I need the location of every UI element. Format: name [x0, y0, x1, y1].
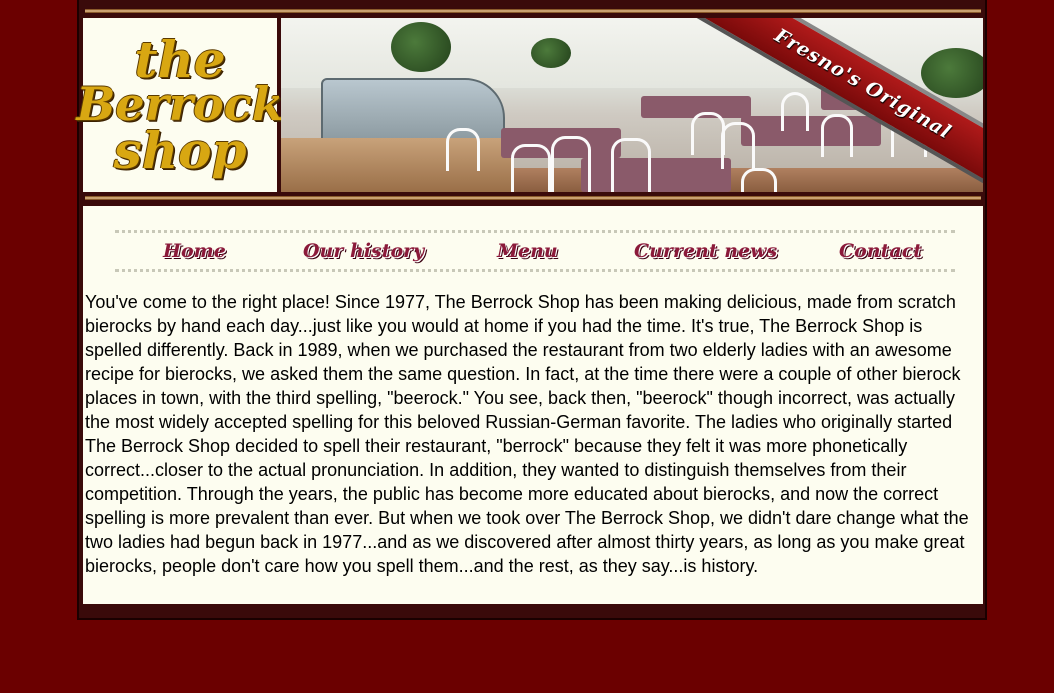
banner-chair: [551, 136, 591, 192]
logo-line-shop: shop: [113, 120, 247, 180]
site-logo[interactable]: the Berrock shop: [76, 18, 284, 192]
main-content: Home Our history Menu Current news Conta…: [83, 206, 983, 604]
banner-chair: [611, 138, 651, 192]
banner-chair: [821, 114, 853, 157]
nav-menu-link[interactable]: Menu: [497, 233, 558, 269]
banner-table: [741, 116, 881, 146]
top-divider: [85, 9, 981, 13]
nav-contact-link[interactable]: Contact: [839, 233, 922, 269]
banner-plant: [531, 38, 571, 68]
header-divider: [85, 196, 981, 200]
nav-home-link[interactable]: Home: [163, 233, 226, 269]
banner-chair: [721, 122, 755, 169]
history-paragraph: You've come to the right place! Since 19…: [85, 292, 969, 576]
banner-plant: [391, 22, 451, 72]
page-container: the Berrock shop Fresno's Original Home …: [76, 0, 987, 620]
main-navigation: Home Our history Menu Current news Conta…: [115, 230, 955, 272]
banner-chair: [781, 92, 809, 131]
nav-our-history-link[interactable]: Our history: [303, 233, 424, 269]
logo-line-the: the: [134, 29, 226, 89]
nav-current-news-link[interactable]: Current news: [634, 233, 777, 269]
banner-chair: [511, 144, 551, 192]
banner-chair: [446, 128, 480, 171]
banner-plant: [921, 48, 983, 98]
header-banner-image: Fresno's Original: [281, 18, 983, 192]
banner-table: [581, 158, 731, 192]
banner-chair: [691, 112, 725, 155]
banner-chair: [741, 168, 777, 192]
